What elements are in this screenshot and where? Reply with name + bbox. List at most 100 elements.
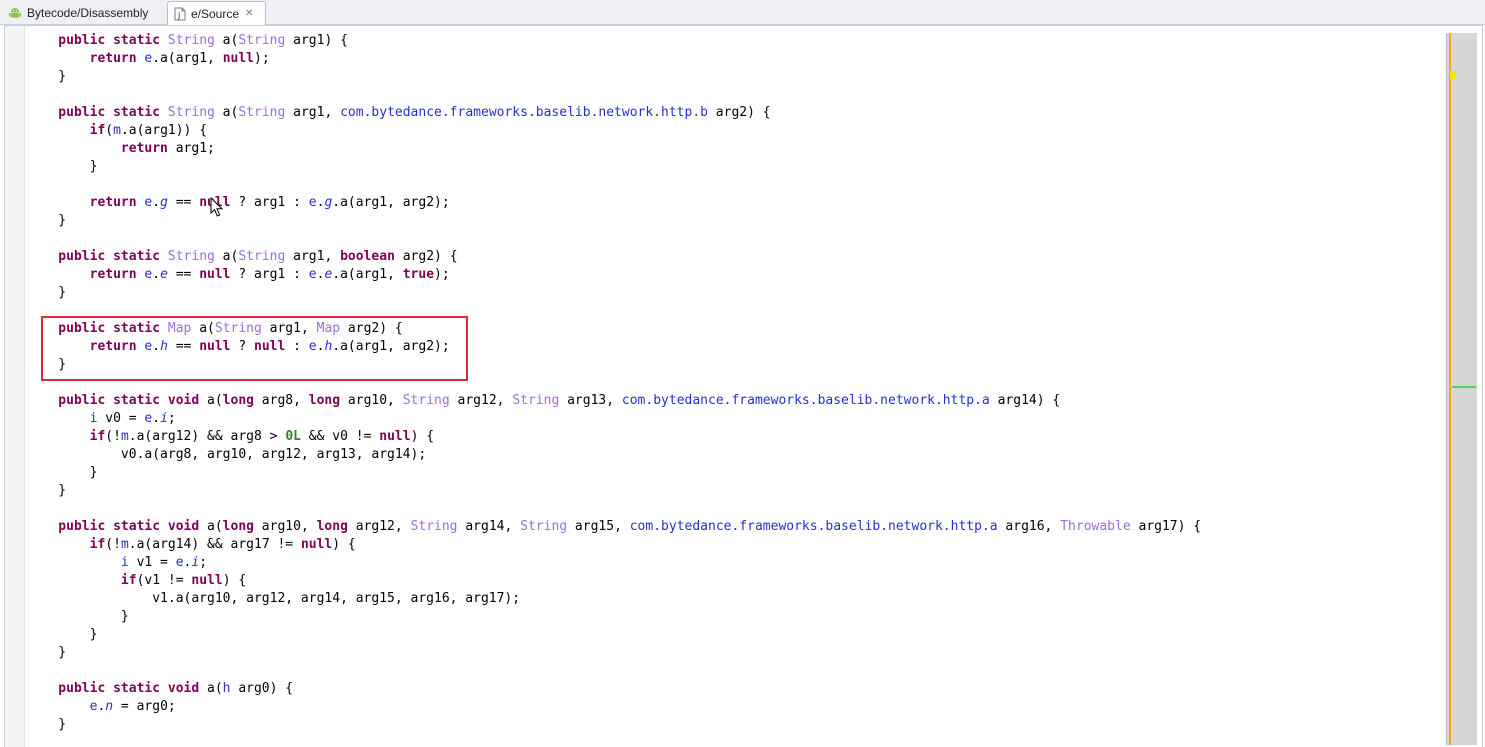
code-token: arg14, [457, 519, 521, 534]
code-token: ) { [332, 537, 356, 552]
code-line[interactable]: return arg1; [27, 140, 1201, 158]
code-line[interactable]: } [27, 716, 1201, 734]
tab-e-source[interactable]: J e/Source ✕ [167, 1, 266, 25]
code-token: public static [27, 105, 168, 120]
code-line[interactable] [27, 374, 1201, 392]
code-token: m [113, 123, 121, 138]
code-token: if [27, 429, 106, 444]
code-token: } [27, 483, 67, 498]
code-token: ); [434, 267, 450, 282]
code-token: a( [214, 33, 239, 48]
code-line[interactable]: } [27, 356, 1201, 374]
code-token: long [316, 519, 348, 534]
code-token: arg12, [449, 393, 513, 408]
code-line[interactable]: i v1 = e.i; [27, 554, 1201, 572]
code-token: n [105, 699, 114, 714]
code-line[interactable] [27, 500, 1201, 518]
decompiled-code[interactable]: public static String a(String arg1) { re… [27, 32, 1201, 734]
code-token: .a(arg1, [332, 267, 403, 282]
code-token: .a(arg1, [152, 51, 223, 66]
code-line[interactable]: } [27, 68, 1201, 86]
code-line[interactable]: if(m.a(arg1)) { [27, 122, 1201, 140]
code-line[interactable]: } [27, 284, 1201, 302]
code-line[interactable]: public static Map a(String arg1, Map arg… [27, 320, 1201, 338]
code-line[interactable] [27, 662, 1201, 680]
code-token: . [152, 339, 161, 354]
code-token: v1 = [128, 555, 176, 570]
code-token: arg8, [253, 393, 309, 408]
code-line[interactable]: return e.g == null ? arg1 : e.g.a(arg1, … [27, 194, 1201, 212]
code-token: return [27, 141, 176, 156]
code-line[interactable]: v1.a(arg10, arg12, arg14, arg15, arg16, … [27, 590, 1201, 608]
code-token: a( [207, 519, 223, 534]
code-token: == [167, 339, 200, 354]
code-token: (! [105, 429, 121, 444]
code-token: (v1 != [136, 573, 192, 588]
code-line[interactable]: if(!m.a(arg14) && arg17 != null) { [27, 536, 1201, 554]
tab-label: e/Source [191, 6, 240, 21]
java-source-file-icon: J [174, 7, 186, 21]
code-token: } [27, 69, 67, 84]
code-token: a( [214, 105, 239, 120]
code-line[interactable]: } [27, 482, 1201, 500]
code-token: com.bytedance.frameworks.baselib.network… [340, 105, 708, 120]
code-line[interactable]: e.n = arg0; [27, 698, 1201, 716]
code-line[interactable]: public static String a(String arg1) { [27, 32, 1201, 50]
code-token: v1.a(arg10, arg12, arg14, arg15, arg16, … [27, 591, 521, 606]
code-token: arg2) { [707, 105, 771, 120]
code-line[interactable]: } [27, 626, 1201, 644]
ruler-marker-orange [1449, 33, 1451, 745]
ruler-marker-green[interactable] [1452, 386, 1476, 388]
code-token: .a(arg14) && arg17 != [128, 537, 301, 552]
code-line[interactable]: v0.a(arg8, arg10, arg12, arg13, arg14); [27, 446, 1201, 464]
code-line[interactable]: } [27, 644, 1201, 662]
overview-ruler[interactable] [1446, 33, 1477, 745]
code-line[interactable]: if(!m.a(arg12) && arg8 > 0L && v0 != nul… [27, 428, 1201, 446]
code-token: ? arg1 : [230, 195, 309, 210]
code-token: public static void [27, 393, 208, 408]
code-line[interactable] [27, 302, 1201, 320]
code-line[interactable]: i v0 = e.i; [27, 410, 1201, 428]
code-line[interactable]: public static void a(long arg10, long ar… [27, 518, 1201, 536]
code-token: public static void [27, 519, 208, 534]
code-line[interactable]: public static String a(String arg1, com.… [27, 104, 1201, 122]
android-icon [8, 6, 22, 20]
code-token: String [520, 519, 568, 534]
code-line[interactable] [27, 176, 1201, 194]
code-token: . [152, 411, 161, 426]
code-token: } [27, 645, 67, 660]
ruler-marker-yellow[interactable] [1450, 71, 1456, 79]
code-token: arg16, [997, 519, 1061, 534]
code-token: a( [207, 393, 223, 408]
tab-bytecode-disassembly[interactable]: Bytecode/Disassembly [4, 1, 162, 25]
code-line[interactable]: public static void a(long arg8, long arg… [27, 392, 1201, 410]
code-line[interactable]: if(v1 != null) { [27, 572, 1201, 590]
close-tab-icon[interactable]: ✕ [245, 8, 253, 19]
code-token: public static void [27, 681, 208, 696]
code-line[interactable]: } [27, 212, 1201, 230]
code-line[interactable]: } [27, 464, 1201, 482]
code-token: public static [27, 249, 168, 264]
code-line[interactable]: return e.e == null ? arg1 : e.e.a(arg1, … [27, 266, 1201, 284]
code-line[interactable]: } [27, 158, 1201, 176]
code-token: arg2) { [394, 249, 458, 264]
code-line[interactable]: public static String a(String arg1, bool… [27, 248, 1201, 266]
code-line[interactable] [27, 230, 1201, 248]
code-line[interactable]: public static void a(h arg0) { [27, 680, 1201, 698]
code-token: Throwable [1060, 519, 1131, 534]
code-token: i [120, 555, 129, 570]
code-token: v0.a(arg8, arg10, arg12, arg13, arg14); [27, 447, 427, 462]
code-token: com.bytedance.frameworks.baselib.network… [621, 393, 990, 408]
code-token: com.bytedance.frameworks.baselib.network… [629, 519, 998, 534]
code-line[interactable] [27, 86, 1201, 104]
code-token: return [27, 339, 145, 354]
code-token: String [238, 33, 286, 48]
editor-tab-bar: Bytecode/Disassembly J e/Source ✕ [0, 0, 1485, 25]
code-token: .a(arg1)) { [120, 123, 208, 138]
code-token: boolean [340, 249, 395, 264]
code-token: ; [167, 411, 176, 426]
code-line[interactable]: return e.h == null ? null : e.h.a(arg1, … [27, 338, 1201, 356]
code-token: arg0) { [230, 681, 294, 696]
code-line[interactable]: return e.a(arg1, null); [27, 50, 1201, 68]
code-line[interactable]: } [27, 608, 1201, 626]
